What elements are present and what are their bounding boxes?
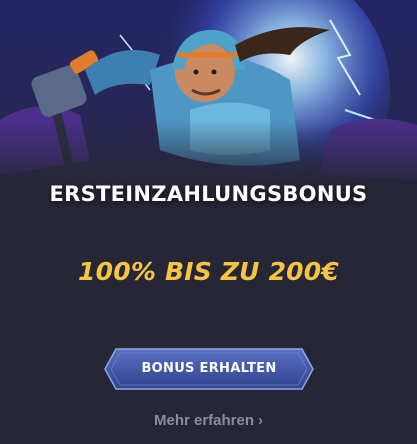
- hero-fade-overlay: [0, 120, 417, 230]
- learn-more-link[interactable]: Mehr erfahren ›: [0, 412, 417, 429]
- get-bonus-button[interactable]: BONUS ERHALTEN: [104, 348, 314, 390]
- bonus-title: ERSTEINZAHLUNGSBONUS: [49, 182, 368, 206]
- bonus-card: ERSTEINZAHLUNGSBONUS 100% BIS ZU 200€ BO…: [0, 0, 417, 444]
- chevron-right-icon: ›: [258, 412, 264, 429]
- bonus-amount: 100% BIS ZU 200€: [78, 257, 339, 286]
- learn-more-label: Mehr erfahren: [153, 412, 255, 429]
- get-bonus-label: BONUS ERHALTEN: [141, 361, 277, 376]
